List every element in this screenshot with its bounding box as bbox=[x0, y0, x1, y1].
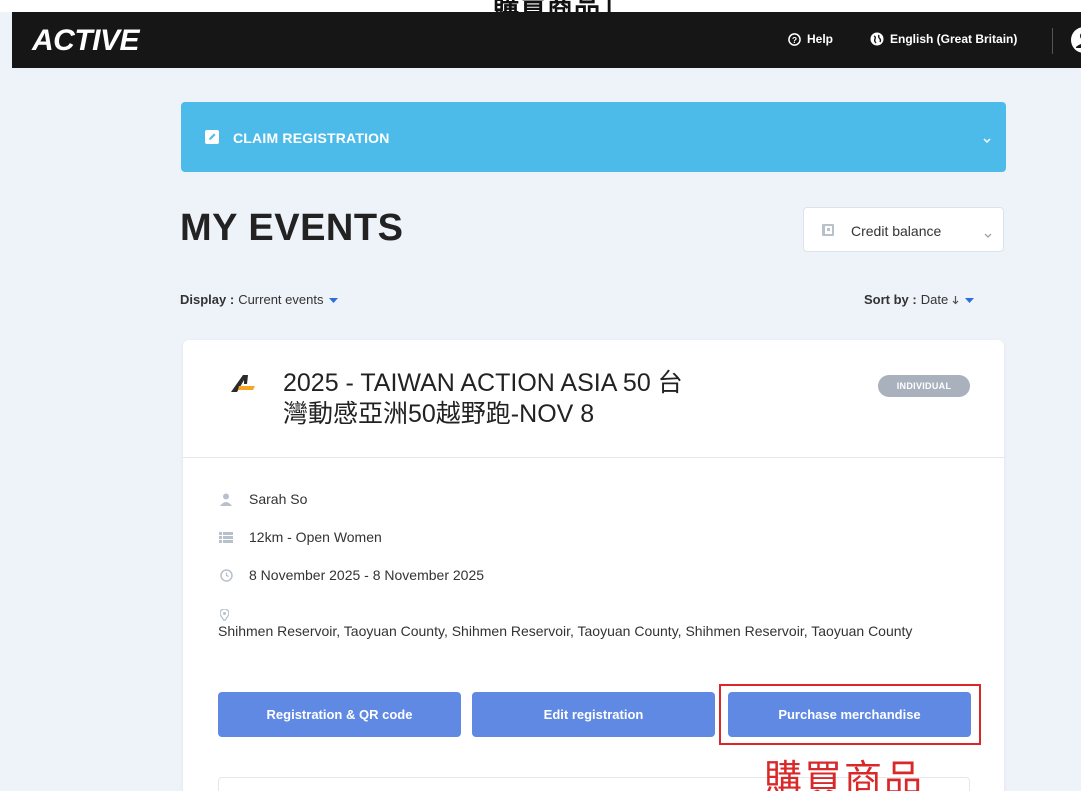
svg-text:?: ? bbox=[792, 34, 797, 44]
list-icon bbox=[218, 531, 234, 543]
help-circle-icon: ? bbox=[788, 32, 801, 46]
header-divider bbox=[1052, 28, 1053, 54]
help-link[interactable]: ? Help bbox=[788, 32, 833, 46]
top-caption-strip: 購買商品」 bbox=[0, 0, 1081, 12]
event-card-header: 2025 - TAIWAN ACTION ASIA 50 台 灣動感亞洲50越野… bbox=[183, 340, 1004, 458]
arrow-down-icon bbox=[952, 295, 959, 305]
active-logo-icon bbox=[229, 372, 257, 399]
edit-square-icon bbox=[205, 130, 219, 149]
active-logo[interactable]: ACTIVE bbox=[32, 24, 140, 58]
annotation-highlight-box bbox=[719, 684, 981, 745]
display-label: Display : bbox=[180, 292, 235, 307]
user-avatar-icon[interactable] bbox=[1070, 26, 1081, 59]
event-dates: 8 November 2025 - 8 November 2025 bbox=[249, 567, 485, 583]
event-title-line-1: 2025 - TAIWAN ACTION ASIA 50 台 bbox=[283, 369, 683, 397]
event-title[interactable]: 2025 - TAIWAN ACTION ASIA 50 台 灣動感亞洲50越野… bbox=[283, 368, 783, 430]
chevron-down-icon bbox=[983, 226, 993, 244]
language-label: English (Great Britain) bbox=[890, 32, 1018, 46]
clock-icon bbox=[218, 568, 234, 582]
language-selector[interactable]: English (Great Britain) bbox=[870, 32, 1017, 46]
claim-registration-label: CLAIM REGISTRATION bbox=[233, 130, 390, 146]
event-location: Shihmen Reservoir, Taoyuan County, Shihm… bbox=[218, 623, 913, 639]
chevron-down-icon[interactable] bbox=[982, 132, 992, 150]
edit-registration-button[interactable]: Edit registration bbox=[472, 692, 715, 737]
logo-text: ACTIVE bbox=[32, 24, 140, 57]
race-row: 12km - Open Women bbox=[218, 529, 382, 545]
date-row: 8 November 2025 - 8 November 2025 bbox=[218, 567, 484, 583]
caret-down-icon bbox=[329, 292, 339, 307]
wallet-icon bbox=[821, 223, 835, 242]
display-value: Current events bbox=[238, 292, 324, 307]
participant-name: Sarah So bbox=[249, 491, 308, 507]
display-filter[interactable]: Display : Current events bbox=[180, 292, 339, 307]
credit-balance-dropdown[interactable]: Credit balance bbox=[803, 207, 1004, 252]
site-header: ACTIVE ? Help English (Great Britain) bbox=[12, 12, 1081, 68]
annotation-text: 購買商品 bbox=[764, 757, 925, 791]
race-category: 12km - Open Women bbox=[249, 529, 382, 545]
page-title: MY EVENTS bbox=[180, 207, 404, 249]
help-label: Help bbox=[807, 32, 834, 46]
top-caption: 購買商品」 bbox=[493, 0, 628, 12]
sort-label: Sort by : bbox=[864, 292, 917, 307]
sort-selector[interactable]: Sort by : Date bbox=[864, 292, 975, 307]
participant-row: Sarah So bbox=[218, 491, 307, 507]
credit-balance-label: Credit balance bbox=[851, 223, 942, 239]
registration-type-badge: INDIVIDUAL bbox=[878, 375, 970, 397]
sort-value: Date bbox=[920, 292, 949, 307]
person-icon bbox=[218, 493, 234, 506]
claim-registration-banner[interactable]: CLAIM REGISTRATION bbox=[181, 102, 1006, 172]
registration-qr-button[interactable]: Registration & QR code bbox=[218, 692, 461, 737]
caret-down-icon bbox=[965, 292, 975, 307]
event-title-line-2: 灣動感亞洲50越野跑-NOV 8 bbox=[283, 400, 595, 428]
globe-icon bbox=[870, 32, 884, 46]
